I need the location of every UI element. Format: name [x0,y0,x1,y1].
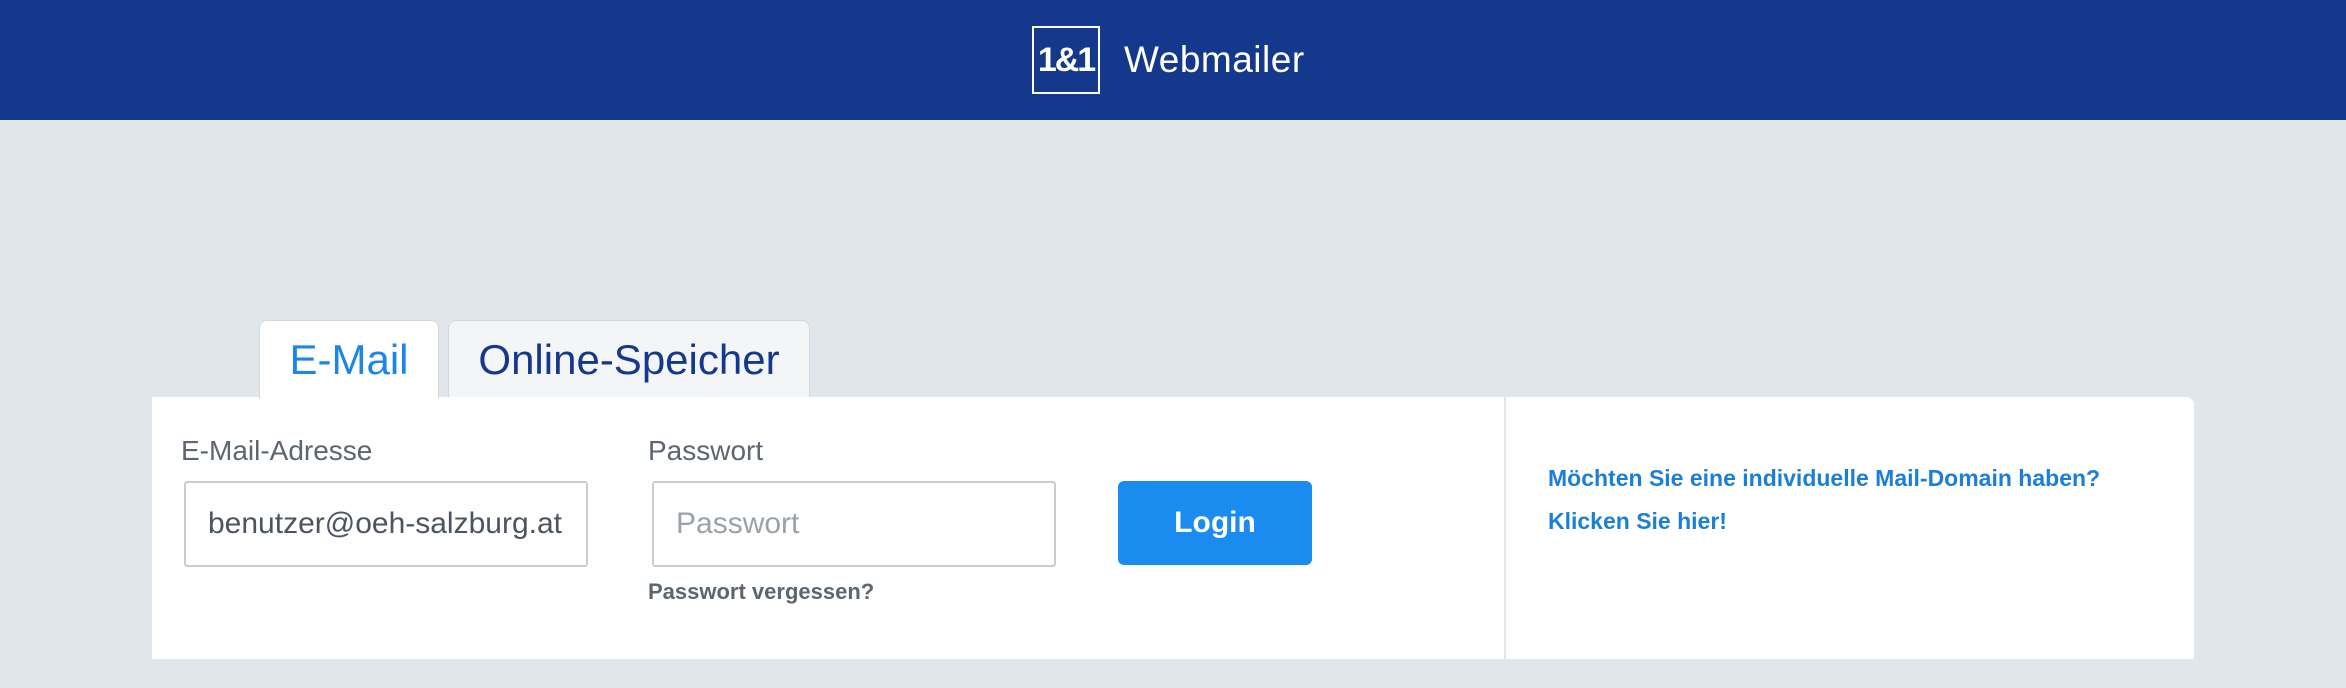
tab-email[interactable]: E-Mail [259,320,439,399]
login-button[interactable]: Login [1118,481,1312,565]
promo-click-here-link[interactable]: Klicken Sie hier! [1548,508,1727,535]
app-title: Webmailer [1124,39,1305,80]
password-label: Passwort [648,435,764,466]
brand: 1&1 Webmailer [1032,26,1305,94]
logo: 1&1 [1032,26,1100,94]
login-panel: E-Mail-Adresse Passwort Passwort vergess… [152,397,2194,659]
email-label: E-Mail-Adresse [181,435,373,466]
tab-online-storage[interactable]: Online-Speicher [448,320,810,398]
forgot-password-link[interactable]: Passwort vergessen? [648,579,874,605]
top-bar: 1&1 Webmailer [0,0,2346,120]
password-input[interactable] [652,481,1056,567]
panel-divider [1504,397,1506,659]
email-input[interactable] [184,481,588,567]
promo-domain-link[interactable]: Möchten Sie eine individuelle Mail-Domai… [1548,465,2100,492]
